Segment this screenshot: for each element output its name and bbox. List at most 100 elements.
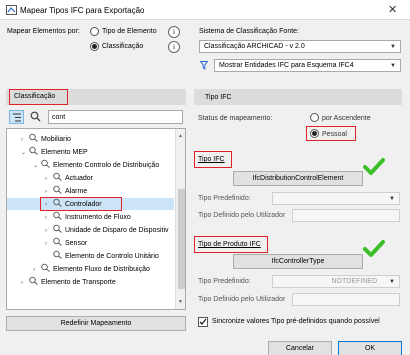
classification-node-icon	[53, 237, 62, 246]
radio-icon	[310, 129, 319, 138]
chevron-right-icon[interactable]: ›	[33, 264, 41, 276]
chevron-right-icon[interactable]: ›	[45, 212, 53, 224]
tree-item-label: Unidade de Disparo de Dispositiv	[65, 227, 169, 234]
search-icon	[30, 111, 41, 122]
radio-icon	[90, 27, 99, 36]
ifc-schema-filter-value: Mostrar Entidades IFC para Esquema IFC4	[219, 62, 354, 69]
ifc-type-button[interactable]: IfcDistributionControlElement	[233, 171, 363, 186]
tree-item[interactable]: › Unidade de Disparo de Dispositiv	[45, 224, 169, 236]
classification-node-icon	[53, 185, 62, 194]
chevron-down-icon[interactable]: ⌄	[21, 147, 29, 159]
product-user-defined-label: Tipo Definido pelo Utilizador	[198, 296, 286, 303]
radio-icon	[90, 42, 99, 51]
app-icon	[6, 5, 17, 15]
chevron-down-icon: ▼	[390, 63, 396, 69]
tree-item[interactable]: › Elemento de Transporte	[21, 276, 116, 288]
radio-element-type[interactable]	[90, 27, 99, 38]
cancel-button[interactable]: Cancelar	[268, 341, 332, 355]
radio-by-ascendant[interactable]	[310, 113, 319, 124]
chevron-down-icon[interactable]: ⌄	[33, 160, 41, 172]
product-type-button[interactable]: IfcControllerType	[233, 254, 363, 269]
list-tree-icon	[13, 113, 21, 122]
tree-item-label: Elemento de Controlo Unitário	[65, 253, 159, 260]
tree-item[interactable]: › Actuador	[45, 172, 93, 184]
radio-by-ascendant-label: por Ascendente	[322, 115, 371, 122]
tree-item-label: Alarme	[65, 188, 88, 195]
scroll-up-icon[interactable]: ▲	[178, 133, 183, 139]
controller-highlight	[40, 197, 122, 211]
chevron-right-icon[interactable]: ›	[45, 225, 53, 237]
sync-checkbox-label: Sincronize valores Tipo pré-definidos qu…	[212, 318, 380, 325]
classification-node-icon	[29, 276, 38, 285]
tree-view-button[interactable]	[9, 110, 24, 124]
radio-icon	[310, 113, 319, 122]
classification-node-icon	[29, 146, 38, 155]
tree-item-label: Elemento MEP	[41, 149, 88, 156]
tree-item[interactable]: › Instrumento de Fluxo	[45, 211, 131, 223]
classification-node-icon	[41, 263, 50, 272]
classification-header-label: Classificação	[14, 93, 56, 100]
tree-item-label: Elemento de Transporte	[41, 279, 116, 286]
tree-item-label: Actuador	[65, 175, 94, 182]
mapping-status-label: Status de mapeamento:	[198, 115, 273, 122]
tree-item[interactable]: › Elemento Fluxo de Distribuição	[33, 263, 150, 275]
tree-item[interactable]: ⌄ Elemento MEP	[21, 146, 88, 158]
classification-tree[interactable]: › Mobiliario ⌄ Elemento MEP ⌄ Elemento Contro…	[6, 128, 186, 310]
product-predefined-select[interactable]: NOTDEFINED ▼	[272, 275, 400, 288]
ifc-predefined-label: Tipo Predefinido:	[198, 195, 251, 202]
ifc-user-defined-field[interactable]	[292, 209, 400, 222]
mapping-label: Mapear Elementos por:	[7, 28, 80, 35]
ifc-schema-filter-select[interactable]: Mostrar Entidades IFC para Esquema IFC4 …	[214, 59, 401, 72]
search-input[interactable]	[48, 110, 183, 124]
chevron-right-icon[interactable]: ›	[45, 238, 53, 250]
source-system-value: Classificação ARCHICAD - v 2.0	[204, 43, 305, 50]
tree-item-label: Instrumento de Fluxo	[65, 214, 131, 221]
tree-item[interactable]: › Mobiliario	[21, 133, 71, 145]
tree-item[interactable]: › Sensor	[45, 237, 87, 249]
reset-mapping-button[interactable]: Redefinir Mapeamento	[6, 316, 186, 331]
tree-scrollbar[interactable]: ▲ ▼	[175, 129, 185, 309]
classification-node-icon	[53, 224, 62, 233]
classification-node-icon	[29, 133, 38, 142]
ifc-type-label: Tipo IFC	[198, 156, 225, 163]
chevron-right-icon[interactable]: ›	[21, 134, 29, 146]
green-check-icon	[363, 240, 385, 257]
tree-item-label: Mobiliario	[41, 136, 71, 143]
green-check-icon	[363, 158, 385, 175]
classification-node-icon	[53, 211, 62, 220]
chevron-right-icon[interactable]: ›	[45, 173, 53, 185]
source-system-label: Sistema de Classificação Fonte:	[199, 28, 299, 35]
tree-item[interactable]: Elemento de Controlo Unitário	[45, 250, 159, 262]
tree-item[interactable]: ⌄ Elemento Controlo de Distribuição	[33, 159, 159, 171]
close-icon[interactable]: ✕	[388, 3, 397, 16]
chevron-down-icon: ▼	[390, 44, 396, 50]
product-predefined-value: NOTDEFINED	[331, 278, 378, 285]
radio-classification[interactable]	[90, 42, 99, 53]
classification-node-icon	[53, 250, 62, 259]
ifc-type-section-label: Tipo IFC	[205, 94, 232, 101]
radio-personal-label: Pessoal	[322, 131, 347, 138]
radio-element-type-label: Tipo de Elemento	[102, 28, 157, 35]
product-predefined-label: Tipo Predefinido:	[198, 278, 251, 285]
source-system-select[interactable]: Classificação ARCHICAD - v 2.0 ▼	[199, 40, 401, 53]
tree-item[interactable]: › Alarme	[45, 185, 87, 197]
ifc-predefined-select[interactable]: ▼	[272, 192, 400, 205]
ifc-user-defined-label: Tipo Definido pelo Utilizador	[198, 212, 286, 219]
classification-node-icon	[41, 159, 50, 168]
scroll-down-icon[interactable]: ▼	[178, 299, 183, 305]
chevron-down-icon: ▼	[389, 196, 395, 202]
classification-node-icon	[53, 172, 62, 181]
radio-personal[interactable]	[310, 129, 319, 140]
product-type-label: Tipo de Produto IFC	[198, 241, 261, 248]
ok-button[interactable]: OK	[338, 341, 402, 355]
info-icon[interactable]: i	[168, 26, 180, 38]
window-title: Mapear Tipos IFC para Exportação	[20, 6, 145, 15]
sync-checkbox[interactable]	[198, 317, 208, 327]
scrollbar-thumb[interactable]	[178, 189, 185, 289]
product-user-defined-field[interactable]	[292, 293, 400, 306]
info-icon[interactable]: i	[168, 41, 180, 53]
filter-icon	[200, 61, 208, 70]
tree-item-label: Sensor	[65, 240, 88, 247]
chevron-right-icon[interactable]: ›	[21, 277, 29, 289]
checkmark-icon	[199, 318, 207, 325]
